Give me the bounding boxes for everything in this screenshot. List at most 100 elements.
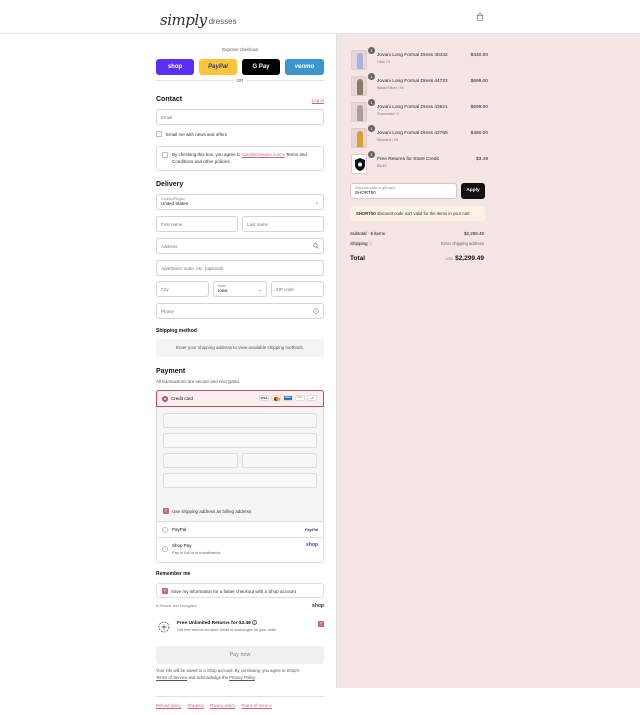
credit-card-label: Credit card (171, 396, 194, 401)
remember-label: Save my information for a faster checkou… (171, 589, 296, 594)
billing-row: ✓ Use shipping address as billing addres… (157, 488, 323, 522)
checkout-form: Express checkout shop PayPal G Pay venmo… (0, 34, 336, 708)
returns-sub: Get free returns for store credit or exc… (177, 628, 277, 632)
remember-checkbox[interactable]: ✓ (162, 588, 168, 594)
help-icon[interactable]: ? (313, 308, 319, 314)
terms-link[interactable]: Terms of service (241, 703, 271, 708)
phone-field[interactable]: Phone (156, 303, 324, 319)
express-title: Express checkout (222, 47, 258, 52)
apply-button[interactable]: Apply (461, 183, 485, 199)
billing-label: Use shipping address as billing address (172, 509, 252, 514)
paypal-option[interactable]: PayPal PayPal (157, 522, 323, 538)
paypal-label: PayPal (172, 527, 187, 532)
card-form (157, 407, 323, 488)
privacy-policy-link[interactable]: Privacy Policy (229, 675, 255, 680)
country-select[interactable]: Country/Region United States ⌄ (156, 194, 324, 210)
quantity-badge: 1 (368, 99, 375, 106)
security-code-field[interactable] (163, 453, 238, 468)
expiry-field[interactable] (163, 433, 317, 448)
terms-checkbox[interactable] (162, 152, 168, 158)
gpay-express-button[interactable]: G Pay (242, 59, 280, 75)
last-name-field[interactable]: Last name (242, 216, 324, 232)
card-extra-field[interactable] (163, 473, 317, 488)
shop-pay-radio[interactable] (162, 546, 168, 552)
paypal-logo: PayPal (304, 527, 318, 532)
payment-methods: Credit card VISA AMEX DISC +5 ✓ Use shippin… (156, 390, 324, 563)
item-price: $3.49 (475, 157, 488, 162)
mastercard-icon (271, 395, 281, 401)
amex-icon: AMEX (283, 395, 293, 401)
item-variant: Mustard / 00 (377, 138, 399, 142)
cart-item: 1 Free Returns for Store Credit $3.49 $3… (351, 151, 488, 176)
state-select[interactable]: State Iowa ⌄ (213, 281, 267, 297)
payment-title: Payment (156, 368, 186, 375)
returns-icon (158, 621, 170, 633)
shop-pay-sub: Pay in full or in installments (172, 550, 221, 555)
payment-subtitle: All transactions are secure and encrypte… (156, 379, 241, 384)
product-thumbnail (351, 76, 367, 96)
name-on-card-field[interactable] (242, 453, 317, 468)
secure-note: ● Secure and encrypted (156, 604, 197, 608)
terms-of-service-link[interactable]: Terms of Service (156, 675, 187, 680)
product-thumbnail (351, 102, 367, 122)
apartment-field[interactable]: Apartment, suite, etc. (optional) (156, 260, 324, 276)
bag-icon[interactable] (476, 13, 484, 21)
quantity-badge: 1 (368, 125, 375, 132)
zip-field[interactable]: ZIP code (271, 281, 324, 297)
item-name: Jovani Long Formal Dress 44723 (377, 79, 448, 84)
cart-item: 1 Jovani Long Formal Dress 43921 Gunmeta… (351, 99, 488, 124)
terms-box: By checking this box, you agree to Simpl… (156, 146, 324, 171)
shop-pay-logo: shop (306, 542, 318, 548)
item-price: $440.00 (470, 53, 488, 58)
returns-checkbox[interactable]: ✓ (318, 621, 324, 627)
discount-field[interactable]: Discount code or gift card SHORT50 (350, 183, 457, 199)
shop-pay-option[interactable]: Shop Pay Pay in full or in installments … (157, 538, 323, 563)
credit-card-radio[interactable] (162, 396, 168, 402)
refund-policy-link[interactable]: Refund policy (156, 703, 181, 708)
venmo-express-button[interactable]: venmo (285, 59, 324, 75)
item-variant: Gunmetal / 0 (377, 112, 399, 116)
address-field[interactable]: Address (156, 238, 324, 254)
email-field[interactable]: Email (156, 109, 324, 125)
contact-title: Contact (156, 96, 183, 103)
billing-checkbox[interactable]: ✓ (163, 508, 169, 514)
remember-box: ✓ Save my information for a faster check… (156, 583, 324, 598)
help-icon[interactable]: ⓘ (369, 241, 373, 246)
shipping-link[interactable]: Shipping (187, 703, 203, 708)
shipping-value: Enter shipping address (441, 241, 484, 246)
or-divider: OR (233, 78, 247, 83)
quantity-badge: 1 (368, 151, 375, 158)
pay-now-button[interactable]: Pay now (156, 646, 324, 664)
quantity-badge: 1 (368, 47, 375, 54)
item-price: $699.00 (470, 79, 488, 84)
card-number-field[interactable] (163, 413, 317, 428)
logo-word: dresses (208, 17, 237, 26)
subtotal-label: Subtotal · 5 items (350, 231, 386, 236)
login-link[interactable]: Log in (312, 98, 324, 103)
cart-item: 1 Jovani Long Formal Dress 40432 Lilac /… (351, 47, 488, 72)
shipping-note: Enter your shipping address to view avai… (156, 339, 324, 357)
discover-icon: DISC (295, 395, 305, 401)
item-name: Jovani Long Formal Dress 43921 (377, 105, 448, 110)
paypal-radio[interactable] (162, 527, 168, 533)
news-label: Email me with news and offers (166, 131, 227, 137)
paypal-express-button[interactable]: PayPal (199, 59, 237, 75)
privacy-link[interactable]: Privacy policy (210, 703, 236, 708)
news-checkbox[interactable] (156, 131, 162, 137)
total-value: USD $2,299.49 (445, 255, 484, 262)
quantity-badge: 1 (368, 73, 375, 80)
credit-card-option[interactable]: Credit card VISA AMEX DISC +5 (156, 390, 324, 407)
info-icon[interactable]: i (252, 620, 258, 625)
first-name-field[interactable]: First name (156, 216, 238, 232)
chevron-down-icon: ⌄ (314, 200, 319, 206)
order-summary: 1 Jovani Long Formal Dress 40432 Lilac /… (336, 34, 640, 688)
shipping-label: Shipping ⓘ (350, 241, 373, 246)
terms-link[interactable]: SimplyDresses.com's (242, 152, 285, 157)
logo[interactable]: simply dresses (160, 5, 237, 29)
more-cards-badge: +5 (307, 395, 317, 401)
shop-pay-express-button[interactable]: shop (156, 59, 194, 75)
cart-item: 1 Jovani Long Formal Dress 44723 Black/S… (351, 73, 488, 98)
item-name: Jovani Long Formal Dress 40432 (377, 53, 448, 58)
returns-title: Free Unlimited Returns for $3.49 i (177, 620, 258, 626)
city-field[interactable]: City (156, 281, 209, 297)
